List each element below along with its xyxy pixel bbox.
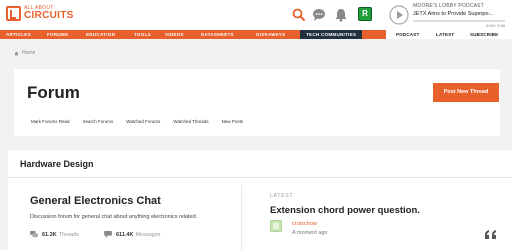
podcast-player: MOORE'S LOBBY PODCAST JETX Aims to Provi… [413,3,509,28]
latest-post: LATEST Extension chord power question. c… [244,185,512,250]
user-avatar[interactable]: R [358,7,372,21]
forum-header: Forum Post New Thread Mark Forums Read S… [14,69,500,136]
site-logo[interactable]: ALL ABOUT CIRCUITS [6,6,74,21]
podcast-time: 0:00 / 0:45 [486,23,505,28]
nav-item-tech-communities[interactable]: TECH COMMUNITIES [300,30,363,39]
section-title[interactable]: Hardware Design [20,159,94,169]
breadcrumb: Home [14,50,35,56]
messages-stat: 611.4K Messages [104,231,161,238]
nav-subscribe[interactable]: SUBSCRIBE [470,30,498,39]
quote-icon [485,230,496,239]
threads-label: Threads [58,231,79,238]
tab-new-posts[interactable]: New Posts [222,119,244,124]
search-icon[interactable] [292,8,306,22]
messages-count: 611.4K [116,231,134,238]
user-avatar[interactable] [270,220,282,232]
threads-stat: 61.3K Threads [30,231,79,238]
home-icon [14,51,19,55]
post-new-thread-button[interactable]: Post New Thread [433,83,499,102]
tab-search-forums[interactable]: Search Forums [83,119,114,124]
page-title: Forum [27,83,80,102]
play-button-icon[interactable] [389,5,409,25]
tab-watched-threads[interactable]: Watched Threads [173,119,208,124]
secondary-nav: PODCAST LATEST SUBSCRIBE [386,30,512,39]
bell-icon[interactable] [334,8,348,22]
latest-time: A moment ago [292,230,328,236]
nav-item-videos[interactable]: VIDEOS [165,30,184,39]
podcast-name: MOORE'S LOBBY PODCAST [413,3,484,9]
messages-label: Messages [135,231,161,238]
forum-tabs: Mark Forums Read Search Forums Watched F… [31,119,256,124]
latest-thread-title[interactable]: Extension chord power question. [270,205,420,216]
forum-node-general-electronics-chat: General Electronics Chat Discussion foru… [8,185,242,250]
latest-label: LATEST [270,193,294,199]
tab-mark-forums-read[interactable]: Mark Forums Read [31,119,70,124]
chat-icon[interactable] [312,8,326,22]
nav-podcast[interactable]: PODCAST [396,30,419,39]
messages-icon [104,231,112,238]
latest-username[interactable]: crutschow [292,221,317,227]
section-divider [8,177,512,178]
forum-node-description: Discussion forum for general chat about … [30,214,198,220]
nav-item-articles[interactable]: ARTICLES [6,30,31,39]
top-bar: ALL ABOUT CIRCUITS R MOORE'S LOBBY PODCA… [0,0,512,30]
nav-item-education[interactable]: EDUCATION [86,30,115,39]
threads-count: 61.3K [42,231,57,238]
tab-watched-forums[interactable]: Watched Forums [126,119,160,124]
podcast-progress-bar[interactable] [413,20,505,22]
podcast-episode-title[interactable]: JETX Aims to Provide Superpo... [413,11,509,17]
logo-text-main: CIRCUITS [24,10,74,21]
breadcrumb-home[interactable]: Home [22,50,35,56]
nav-item-tools[interactable]: TOOLS [134,30,151,39]
nav-item-forums[interactable]: FORUMS [47,30,68,39]
logo-icon [6,6,21,21]
forum-node-title[interactable]: General Electronics Chat [30,195,161,207]
threads-icon [30,231,38,238]
nav-item-giveaways[interactable]: GIVEAWAYS [256,30,285,39]
nav-item-datasheets[interactable]: DATASHEETS [201,30,234,39]
nav-latest[interactable]: LATEST [436,30,454,39]
